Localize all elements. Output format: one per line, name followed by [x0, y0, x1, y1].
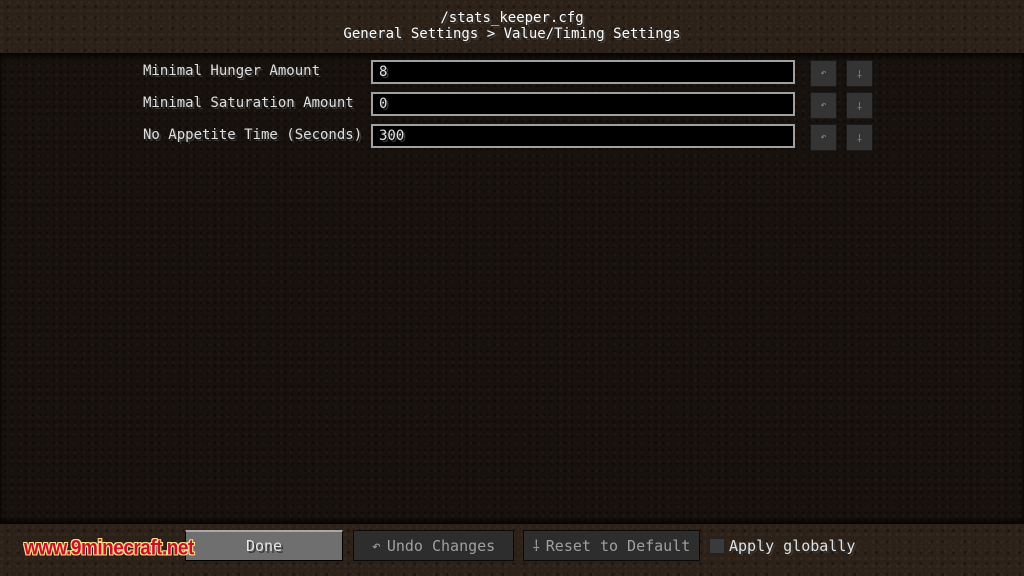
apply-globally-label[interactable]: Apply globally — [729, 537, 855, 555]
entry-label: Minimal Hunger Amount — [143, 63, 321, 79]
undo-changes-button[interactable]: ↶ Undo Changes — [353, 530, 514, 561]
done-button[interactable]: Done — [185, 530, 343, 561]
apply-globally-checkbox[interactable] — [709, 538, 725, 554]
undo-icon: ↶ — [371, 536, 381, 555]
config-file-title: /stats_keeper.cfg — [440, 10, 584, 26]
reset-to-default-label: Reset to Default — [545, 536, 691, 555]
minimal-saturation-amount-input[interactable]: 0 — [371, 92, 795, 116]
undo-icon: ↶ — [820, 132, 827, 143]
undo-entry-button[interactable]: ↶ — [810, 92, 837, 119]
undo-changes-label: Undo Changes — [386, 536, 496, 555]
undo-icon: ↶ — [820, 100, 827, 111]
reset-icon: ⸸ — [857, 133, 862, 145]
watermark: www.9minecraft.net — [24, 536, 194, 560]
reset-icon: ⸸ — [857, 69, 862, 81]
undo-entry-button[interactable]: ↶ — [810, 60, 837, 87]
no-appetite-time-input[interactable]: 300 — [371, 124, 795, 148]
reset-icon: ⸸ — [532, 536, 540, 555]
reset-entry-button[interactable]: ⸸ — [846, 124, 873, 151]
undo-icon: ↶ — [820, 68, 827, 79]
done-label: Done — [245, 537, 283, 555]
reset-icon: ⸸ — [857, 101, 862, 113]
entry-label: No Appetite Time (Seconds) — [143, 127, 363, 143]
undo-entry-button[interactable]: ↶ — [810, 124, 837, 151]
reset-entry-button[interactable]: ⸸ — [846, 92, 873, 119]
reset-entry-button[interactable]: ⸸ — [846, 60, 873, 87]
breadcrumb: General Settings > Value/Timing Settings — [343, 26, 681, 42]
entry-label: Minimal Saturation Amount — [143, 95, 354, 111]
reset-to-default-button[interactable]: ⸸ Reset to Default — [523, 530, 700, 561]
minimal-hunger-amount-input[interactable]: 8 — [371, 60, 795, 84]
